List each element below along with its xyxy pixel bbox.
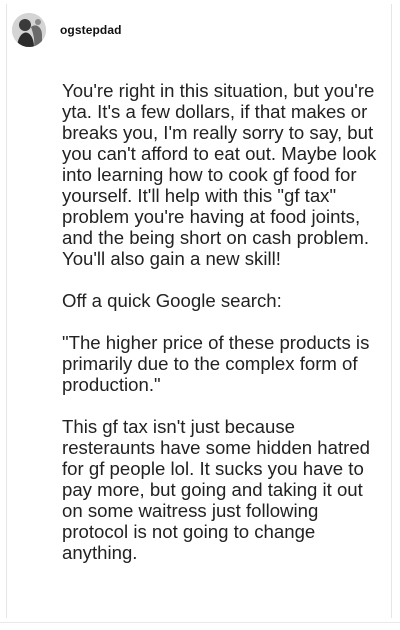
divider <box>0 622 400 623</box>
post-paragraph: "The higher price of these products is p… <box>62 332 370 395</box>
post-header: ogstepdad <box>12 12 122 48</box>
user-avatar-icon[interactable] <box>12 13 46 47</box>
post-paragraph: This gf tax isn't just because resteraun… <box>62 416 371 563</box>
post-paragraph: You're right in this situation, but you'… <box>62 80 377 269</box>
post-paragraph: Off a quick Google search: <box>62 290 282 311</box>
post-text: You're right in this situation, but you'… <box>62 80 377 563</box>
username-link[interactable]: ogstepdad <box>60 23 122 37</box>
